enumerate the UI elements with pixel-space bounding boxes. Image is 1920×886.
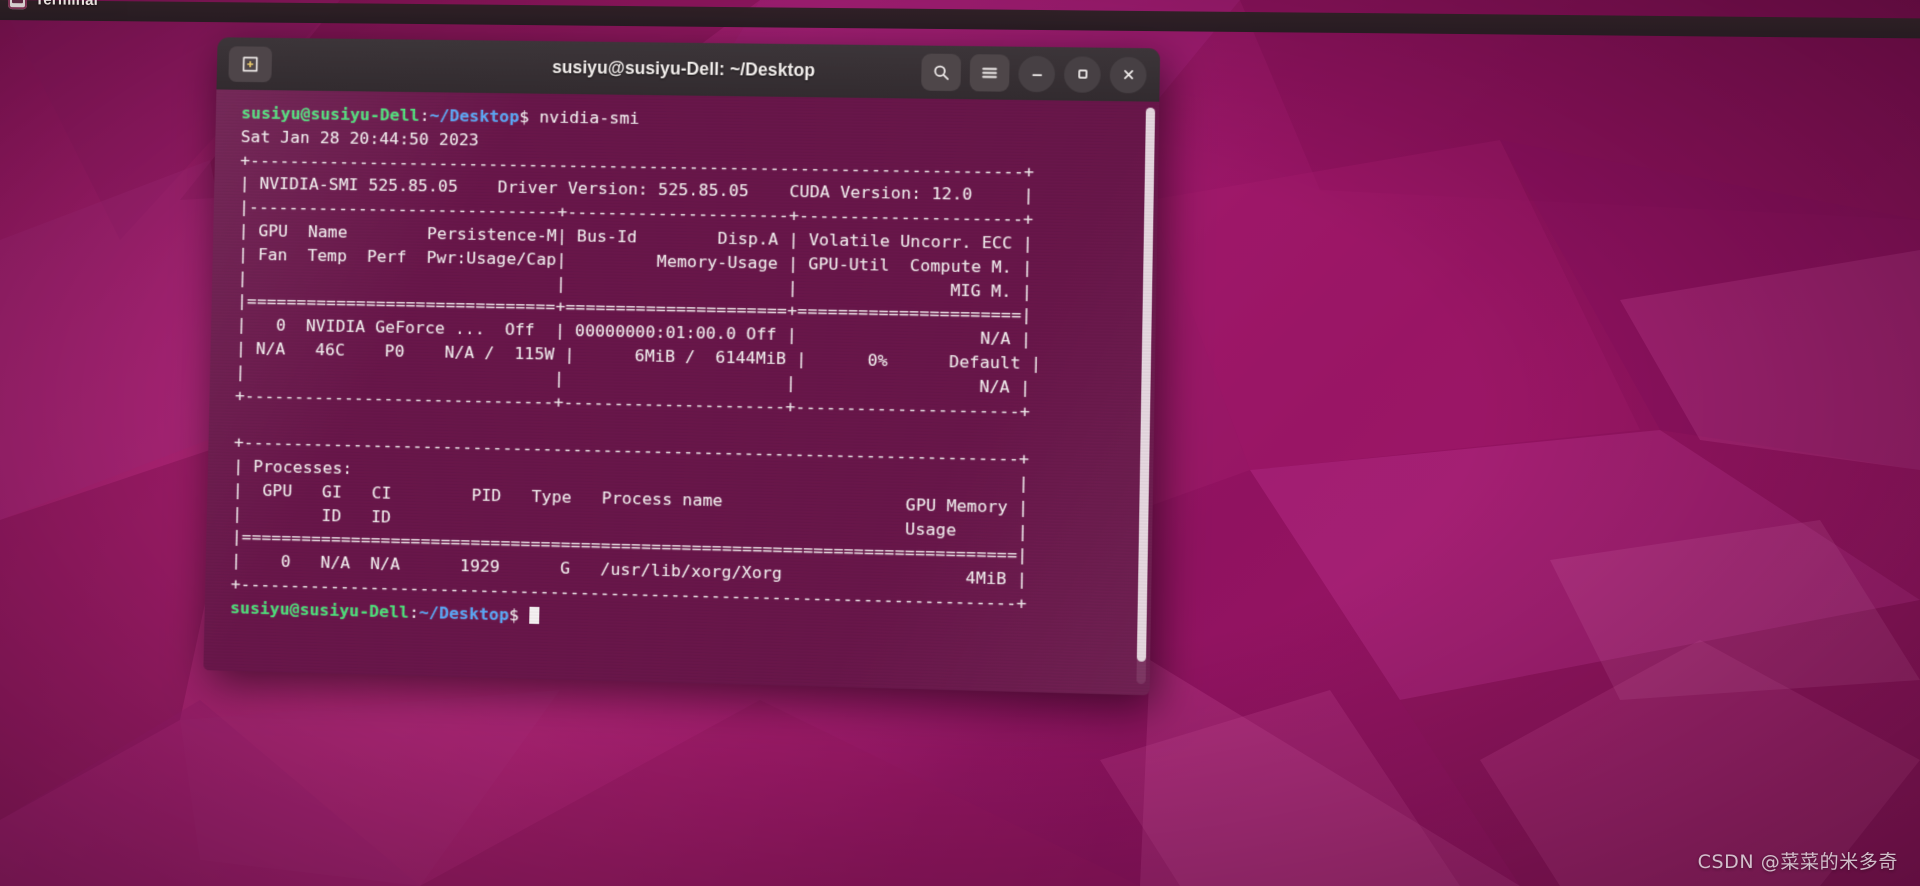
terminal-command: nvidia-smi [529, 107, 640, 128]
prompt2-dollar: $ [508, 604, 520, 625]
terminal-output: susiyu@susiyu-Dell:~/Desktop$ nvidia-smi… [230, 102, 1159, 643]
prompt-user-host: susiyu@susiyu-Dell [241, 103, 420, 125]
terminal-cursor [528, 606, 540, 624]
smi-date-line: Sat Jan 28 20:44:50 2023 [240, 127, 480, 150]
terminal-body[interactable]: susiyu@susiyu-Dell:~/Desktop$ nvidia-smi… [203, 89, 1160, 696]
screenshot-root: Terminal susiyu@susiyu-Dell: ~/Desktop s… [0, 0, 1920, 886]
terminal-window[interactable]: susiyu@susiyu-Dell: ~/Desktop susiyu@sus… [203, 37, 1161, 696]
taskbar-app-label: Terminal [35, 0, 99, 9]
taskbar-app-entry[interactable]: Terminal [8, 0, 98, 10]
prompt-dollar: $ [519, 107, 530, 127]
prompt-colon: : [419, 105, 430, 125]
prompt2-path: ~/Desktop [418, 602, 510, 624]
prompt-path: ~/Desktop [429, 106, 520, 127]
csdn-watermark: CSDN @菜菜的米多奇 [1697, 851, 1898, 873]
terminal-icon [8, 0, 27, 10]
prompt2-user-host: susiyu@susiyu-Dell [230, 598, 410, 622]
prompt2-colon: : [408, 602, 420, 622]
